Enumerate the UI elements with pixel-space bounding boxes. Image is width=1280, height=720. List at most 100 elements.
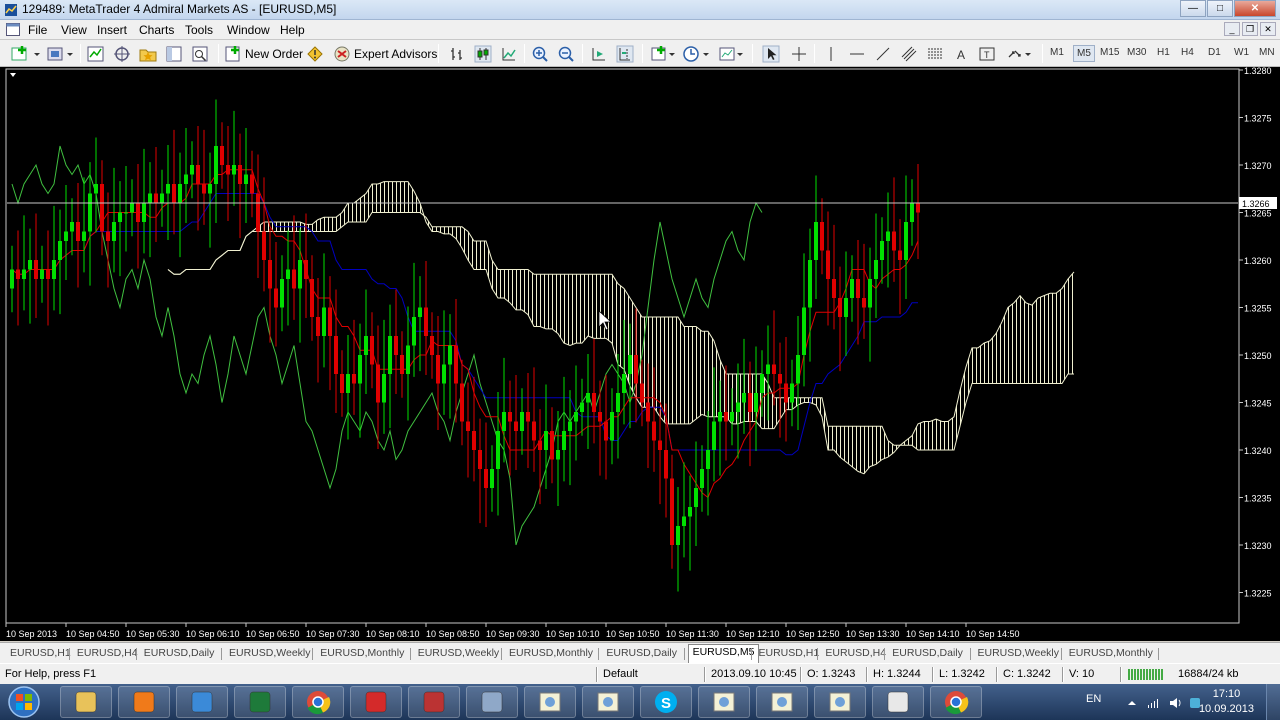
mdi-minimize-button[interactable]: _ <box>1224 22 1240 36</box>
mdi-restore-button[interactable]: ❐ <box>1242 22 1258 36</box>
price-chart[interactable]: 1.3266 1.3280 1.3275 1.3270 1.3265 1.3260 1.3… <box>0 66 1280 641</box>
menu-tools[interactable]: Tools <box>185 23 213 37</box>
chart-tab[interactable]: EURUSD,H1 <box>6 646 75 662</box>
chart-shift-button[interactable] <box>616 44 634 63</box>
menu-insert[interactable]: Insert <box>97 23 127 37</box>
periods-button[interactable] <box>682 44 712 63</box>
timeframe-m30-button[interactable]: M30 <box>1127 47 1146 58</box>
show-desktop-button[interactable] <box>1266 684 1280 720</box>
tab-separator <box>817 648 819 660</box>
chart-tab[interactable]: EURUSD,Weekly <box>974 646 1064 662</box>
candle-body <box>172 184 176 203</box>
zoom-in-button[interactable] <box>531 44 549 63</box>
start-button-icon[interactable] <box>4 685 44 719</box>
chart-tab[interactable]: EURUSD,H4 <box>821 646 890 662</box>
auto-scroll-button[interactable] <box>590 44 608 63</box>
chart-tab[interactable]: EURUSD,Daily <box>602 646 681 662</box>
taskbar-app-button[interactable] <box>234 686 286 718</box>
language-indicator[interactable]: EN <box>1086 693 1101 705</box>
menu-file[interactable]: File <box>28 23 47 37</box>
text-label-tool-button[interactable]: T <box>978 44 996 63</box>
taskbar-app-button[interactable] <box>698 686 750 718</box>
strategy-tester-button[interactable] <box>190 44 210 63</box>
chart-tab[interactable]: EURUSD,Daily <box>888 646 967 662</box>
menu-view[interactable]: View <box>61 23 87 37</box>
candle-body <box>532 421 536 441</box>
menu-charts[interactable]: Charts <box>139 23 174 37</box>
tab-separator <box>1158 648 1160 660</box>
timeframe-h4-button[interactable]: H4 <box>1181 47 1194 58</box>
taskbar-app-button[interactable] <box>292 686 344 718</box>
candle-body <box>76 222 80 241</box>
candle-body <box>646 402 650 422</box>
menu-window[interactable]: Window <box>227 23 270 37</box>
chart-canvas[interactable]: 1.3266 1.3280 1.3275 1.3270 1.3265 1.3260 1.3… <box>0 66 1280 641</box>
taskbar-app-button[interactable] <box>176 686 228 718</box>
market-watch-button[interactable] <box>86 44 106 63</box>
crosshair-tool-button[interactable] <box>790 44 808 63</box>
taskbar-app-button[interactable] <box>582 686 634 718</box>
maximize-button[interactable]: □ <box>1207 0 1233 17</box>
clock[interactable]: 17:10 10.09.2013 <box>1199 687 1254 717</box>
chart-tab[interactable]: EURUSD,Monthly <box>316 646 408 662</box>
taskbar-app-button[interactable] <box>408 686 460 718</box>
vertical-line-tool-button[interactable] <box>822 44 840 63</box>
expert-advisors-button[interactable]: Expert Advisors <box>333 44 437 63</box>
timeframe-d1-button[interactable]: D1 <box>1208 47 1221 58</box>
chart-tab[interactable]: EURUSD,Weekly <box>225 646 315 662</box>
close-button[interactable]: ✕ <box>1234 0 1276 17</box>
timeframe-h1-button[interactable]: H1 <box>1157 47 1170 58</box>
candle-body <box>550 431 554 460</box>
chart-window-icon[interactable] <box>6 23 20 36</box>
chart-tab[interactable]: EURUSD,Weekly <box>414 646 504 662</box>
timeframe-m15-button[interactable]: M15 <box>1100 47 1119 58</box>
taskbar-app-button[interactable]: S <box>640 686 692 718</box>
templates-button[interactable] <box>718 44 746 63</box>
new-chart-button[interactable] <box>10 44 40 63</box>
bar-chart-button[interactable] <box>448 44 466 63</box>
arrows-tool-button[interactable] <box>1006 44 1034 63</box>
text-tool-button[interactable]: A <box>952 44 970 63</box>
zoom-out-button[interactable] <box>557 44 575 63</box>
taskbar-app-button[interactable] <box>814 686 866 718</box>
menu-help[interactable]: Help <box>280 23 305 37</box>
taskbar-app-button[interactable] <box>524 686 576 718</box>
timeframe-mn-button[interactable]: MN <box>1259 47 1275 58</box>
minimize-button[interactable]: — <box>1180 0 1206 17</box>
taskbar-app-button[interactable] <box>872 686 924 718</box>
channel-tool-button[interactable] <box>900 44 918 63</box>
expert-advisors-icon <box>334 46 350 61</box>
taskbar-app-button[interactable] <box>118 686 170 718</box>
terminal-button[interactable] <box>164 44 184 63</box>
chart-tab[interactable]: EURUSD,Monthly <box>505 646 597 662</box>
new-order-button[interactable]: New Order <box>224 44 303 63</box>
taskbar-app-button[interactable] <box>60 686 112 718</box>
chart-tab[interactable]: EURUSD,Daily <box>140 646 219 662</box>
timeframe-m5-button[interactable]: M5 <box>1073 45 1095 62</box>
line-chart-button[interactable] <box>500 44 518 63</box>
chart-tab[interactable]: EURUSD,H4 <box>73 646 142 662</box>
cursor-tool-button[interactable] <box>762 44 780 63</box>
fibonacci-tool-button[interactable] <box>926 44 944 63</box>
indicators-button[interactable] <box>650 44 678 63</box>
chart-tab[interactable]: EURUSD,M5 <box>687 644 760 663</box>
candle-body <box>622 374 626 393</box>
chart-tab[interactable]: EURUSD,Monthly <box>1065 646 1157 662</box>
candlestick-chart-button[interactable] <box>474 44 492 63</box>
profiles-button[interactable] <box>46 44 76 63</box>
favorites-button[interactable] <box>138 44 158 63</box>
trendline-tool-button[interactable] <box>874 44 892 63</box>
tray-icons[interactable] <box>1126 696 1206 710</box>
chart-tab[interactable]: EURUSD,H1 <box>755 646 824 662</box>
timeframe-w1-button[interactable]: W1 <box>1234 47 1249 58</box>
taskbar-app-button[interactable] <box>350 686 402 718</box>
horizontal-line-tool-button[interactable] <box>848 44 866 63</box>
autotrading-indicator-button[interactable] <box>306 44 324 63</box>
mdi-close-button[interactable]: ✕ <box>1260 22 1276 36</box>
taskbar-app-button[interactable] <box>466 686 518 718</box>
volume-value: V: 10 <box>1069 668 1095 680</box>
taskbar-app-button[interactable] <box>930 686 982 718</box>
navigator-button[interactable] <box>112 44 132 63</box>
taskbar-app-button[interactable] <box>756 686 808 718</box>
timeframe-m1-button[interactable]: M1 <box>1050 47 1064 58</box>
